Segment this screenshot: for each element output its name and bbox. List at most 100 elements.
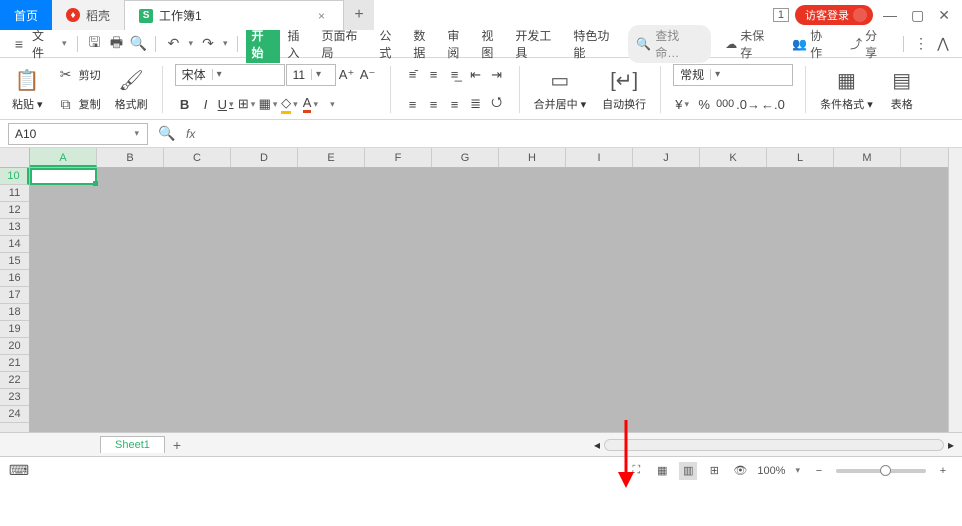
align-left-button[interactable]: ≡: [403, 93, 423, 115]
undo-icon[interactable]: ↶: [164, 35, 182, 53]
grow-font-button[interactable]: A⁺: [337, 64, 357, 86]
align-middle-button[interactable]: ≡: [424, 64, 444, 86]
file-menu[interactable]: 文件: [32, 27, 56, 61]
font-color-button[interactable]: A▾: [301, 93, 321, 115]
tab-shell[interactable]: ♦稻壳: [52, 0, 124, 30]
bold-button[interactable]: B: [175, 93, 195, 115]
tab-insert[interactable]: 插入: [284, 25, 314, 63]
row-header[interactable]: 20: [0, 338, 29, 355]
col-header[interactable]: G: [432, 148, 499, 167]
menu-icon[interactable]: ≡: [10, 35, 28, 53]
row-header[interactable]: 10: [0, 168, 29, 185]
fill-color-button[interactable]: ◇▾: [280, 93, 300, 115]
zoom-slider[interactable]: [836, 469, 926, 473]
scroll-left-icon[interactable]: ◂: [594, 438, 600, 452]
fill-pattern-button[interactable]: ▦▾: [259, 93, 280, 115]
orientation-button[interactable]: ⭯: [487, 93, 507, 115]
zoom-value[interactable]: 100%: [757, 465, 785, 477]
font-combo[interactable]: 宋体▾: [175, 64, 285, 86]
col-header[interactable]: D: [231, 148, 298, 167]
close-tab-icon[interactable]: ×: [314, 9, 329, 23]
row-header[interactable]: 12: [0, 202, 29, 219]
dec-decimal-button[interactable]: ←.0: [761, 93, 785, 115]
col-header[interactable]: K: [700, 148, 767, 167]
login-button[interactable]: 访客登录: [795, 5, 873, 25]
align-center-button[interactable]: ≡: [424, 93, 444, 115]
row-header[interactable]: 22: [0, 372, 29, 389]
page-break-icon[interactable]: ⊞: [705, 462, 723, 480]
row-header[interactable]: 17: [0, 287, 29, 304]
fx-icon[interactable]: fx: [186, 127, 195, 141]
maximize-button[interactable]: ▢: [907, 7, 928, 24]
borders-button[interactable]: ⊞▾: [238, 93, 258, 115]
align-bottom-button[interactable]: ≡̲: [445, 64, 465, 86]
row-header[interactable]: 11: [0, 185, 29, 202]
col-header[interactable]: L: [767, 148, 834, 167]
merge-center-button[interactable]: ▭合并居中 ▾: [530, 60, 591, 119]
close-window-button[interactable]: ✕: [934, 7, 954, 24]
col-header[interactable]: E: [298, 148, 365, 167]
coop-button[interactable]: 👥协作: [786, 27, 840, 61]
align-right-button[interactable]: ≡: [445, 93, 465, 115]
cells-area[interactable]: [30, 168, 948, 432]
status-icon[interactable]: ⌨: [10, 462, 28, 480]
row-header[interactable]: 13: [0, 219, 29, 236]
tab-view[interactable]: 视图: [478, 25, 508, 63]
zoom-in-button[interactable]: +: [934, 462, 952, 480]
select-all-corner[interactable]: [0, 148, 30, 168]
comma-button[interactable]: 000: [715, 93, 735, 115]
row-header[interactable]: 21: [0, 355, 29, 372]
tab-data[interactable]: 数据: [410, 25, 440, 63]
collapse-ribbon-icon[interactable]: ⋀: [934, 35, 952, 53]
scroll-right-icon[interactable]: ▸: [948, 438, 954, 452]
percent-button[interactable]: %: [694, 93, 714, 115]
indent-right-button[interactable]: ⇥: [487, 64, 507, 86]
zoom-out-button[interactable]: −: [810, 462, 828, 480]
redo-icon[interactable]: ↷: [199, 35, 217, 53]
preview-icon[interactable]: 🔍: [129, 35, 147, 53]
cut-button[interactable]: ✂剪切: [57, 65, 101, 85]
row-header[interactable]: 16: [0, 270, 29, 287]
tab-workbook[interactable]: S 工作簿1 ×: [124, 0, 344, 30]
col-header[interactable]: H: [499, 148, 566, 167]
normal-view-icon[interactable]: ▦: [653, 462, 671, 480]
tab-formula[interactable]: 公式: [376, 25, 406, 63]
tab-pagelayout[interactable]: 页面布局: [318, 25, 372, 63]
print-icon[interactable]: 🖶: [107, 35, 125, 53]
shrink-font-button[interactable]: A⁻: [358, 64, 378, 86]
indent-left-button[interactable]: ⇤: [466, 64, 486, 86]
copy-button[interactable]: ⧉复制: [57, 94, 101, 114]
col-header[interactable]: J: [633, 148, 700, 167]
col-header[interactable]: B: [97, 148, 164, 167]
italic-button[interactable]: I: [196, 93, 216, 115]
row-header[interactable]: 14: [0, 236, 29, 253]
cancel-fx-icon[interactable]: 🔍: [158, 125, 176, 143]
format-painter-button[interactable]: 🖌格式刷: [111, 60, 152, 119]
row-header[interactable]: 18: [0, 304, 29, 321]
page-layout-icon[interactable]: ▥: [679, 462, 697, 480]
vertical-scrollbar[interactable]: [948, 148, 962, 432]
share-button[interactable]: ⤴分享: [844, 27, 895, 61]
tab-special[interactable]: 特色功能: [570, 25, 624, 63]
col-header[interactable]: C: [164, 148, 231, 167]
col-header[interactable]: I: [566, 148, 633, 167]
eye-icon[interactable]: 👁: [731, 462, 749, 480]
col-header[interactable]: M: [834, 148, 901, 167]
sheet-tab[interactable]: Sheet1: [100, 436, 165, 453]
command-search[interactable]: 🔍查找命…: [628, 25, 711, 63]
row-header[interactable]: 24: [0, 406, 29, 423]
wrap-text-button[interactable]: [↵]自动换行: [598, 60, 650, 119]
new-tab-button[interactable]: +: [344, 0, 374, 30]
row-header[interactable]: 23: [0, 389, 29, 406]
justify-button[interactable]: ≣: [466, 93, 486, 115]
tab-start[interactable]: 开始: [246, 25, 280, 63]
horizontal-scrollbar[interactable]: [604, 439, 944, 451]
name-box[interactable]: A10▾: [8, 123, 148, 145]
tab-review[interactable]: 审阅: [444, 25, 474, 63]
cond-format-button[interactable]: ▦条件格式 ▾: [816, 60, 877, 119]
minimize-button[interactable]: —: [879, 7, 901, 23]
number-format-combo[interactable]: 常规▾: [673, 64, 793, 86]
paste-button[interactable]: 📋粘贴 ▾: [8, 60, 47, 119]
align-top-button[interactable]: ≡̄: [403, 64, 423, 86]
row-header[interactable]: 19: [0, 321, 29, 338]
